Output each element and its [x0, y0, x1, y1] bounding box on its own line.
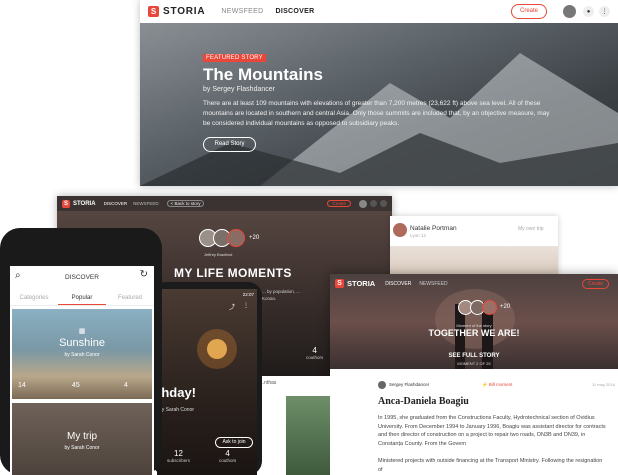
see-full-story-link[interactable]: SEE FULL STORY [330, 353, 618, 359]
post-paragraph-2: Ministered projects with outside financi… [378, 458, 603, 473]
card-author: by Sarah Conor [64, 445, 100, 451]
hero-body: There are at least 109 mountains with el… [203, 100, 550, 127]
desktop-window-front: S STORIA DISCOVER NEWSFEED Create +20 Mo… [330, 274, 618, 475]
grid-icon: ▦ [78, 328, 86, 335]
stat-value: 4 [312, 346, 317, 355]
moment-by: by Sarah Conor [159, 407, 195, 413]
comment-name: Natalie Portman [410, 225, 457, 232]
avatar [393, 223, 407, 237]
stat-value: 12 [174, 449, 183, 458]
bell-icon[interactable]: ● [583, 6, 594, 17]
post-date: 11 may 2016 [592, 382, 615, 387]
tab-categories[interactable]: Categories [10, 290, 58, 305]
brand-name: STORIA [73, 200, 96, 207]
discover-header: DISCOVER [65, 274, 99, 281]
moment-text: thday! [157, 385, 196, 400]
avatar [378, 381, 386, 389]
hero-title: The Mountains [203, 65, 323, 84]
story-snippet: ... by population, ... Konan. [262, 289, 301, 301]
story-card[interactable]: ▦ Sunshine by Sarah Conor 14 45 4 [12, 309, 152, 399]
avatar [482, 300, 497, 315]
featured-badge: FEATURED STORY [203, 54, 266, 62]
person-name: Anca-Daniela Boagiu [378, 396, 469, 407]
create-button[interactable]: Create [327, 200, 351, 207]
nav-newsfeed[interactable]: NEWSFEED [133, 201, 159, 206]
post-tag: ⚡ Bill moment [482, 382, 513, 387]
story-title: MY LIFE MOMENTS [174, 266, 292, 280]
hero-banner: FEATURED STORY The Mountains by Sergey F… [140, 23, 618, 186]
more-icon[interactable]: ⋮ [243, 302, 249, 309]
post-author: Sergey Flashdancer [389, 382, 430, 387]
avatar-count: +20 [249, 235, 260, 241]
card-author: by Sarah Conor [64, 352, 100, 358]
phone-right-screen: 22:07 ⤴ ⋮ thday! by Sarah Conor Ask to j… [157, 289, 257, 475]
create-button[interactable]: Create [581, 278, 609, 289]
menu-dots-icon[interactable]: ⋮ [599, 6, 610, 17]
comment-right: My own trip [518, 226, 544, 232]
back-to-story-button[interactable]: < Back to story [166, 200, 205, 207]
brand-name: STORIA [163, 6, 206, 17]
nav-discover[interactable]: DISCOVER [104, 201, 128, 206]
stat-label: subscribers [167, 458, 191, 463]
moment-headline: TOGETHER WE ARE! [428, 328, 520, 338]
post-paragraph-1: In 1995, she graduated from the Construc… [378, 415, 606, 447]
lower-photo-strip: ...nthas [258, 376, 330, 475]
moment-index: MOMENT 2 OF 25 [457, 361, 491, 366]
storia-logo-icon: S [148, 6, 159, 17]
storia-logo-icon: S [62, 199, 70, 208]
card-stat-3: 4 [124, 382, 128, 389]
avatar [227, 229, 245, 247]
phone-right: 22:07 ⤴ ⋮ thday! by Sarah Conor Ask to j… [152, 282, 262, 475]
hero-author: by Sergey Flashdancer [203, 86, 275, 93]
tab-popular[interactable]: Popular [58, 290, 106, 305]
sparkler-illustration [197, 329, 237, 369]
card-title: Sunshine [59, 337, 105, 349]
menu-dots-icon[interactable] [380, 200, 387, 207]
front-navbar: S STORIA DISCOVER NEWSFEED Create [330, 274, 618, 293]
ask-to-join-button[interactable]: Ask to join [215, 437, 253, 448]
stat-subscribers: 12 subscribers [167, 449, 190, 463]
top-navbar: S STORIA NEWSFEED DISCOVER Create ● ⋮ [140, 0, 618, 23]
brand-name: STORIA [347, 279, 376, 288]
author-small: Jeffrey Bradford [204, 252, 233, 257]
stat-couthors: 4 couthors [306, 346, 323, 360]
refresh-icon[interactable]: ↻ [140, 269, 148, 280]
nav-discover[interactable]: DISCOVER [385, 281, 411, 287]
user-avatar[interactable] [563, 5, 576, 18]
user-avatar[interactable] [359, 199, 367, 208]
storia-logo-icon: S [335, 279, 344, 288]
read-story-button[interactable]: Read Story [203, 137, 256, 152]
phone-left: ⌕ DISCOVER ↻ Categories Popular Featured… [0, 228, 162, 475]
card-title: My trip [67, 431, 97, 442]
status-time: 22:07 [242, 292, 254, 297]
phone-left-screen: ⌕ DISCOVER ↻ Categories Popular Featured… [10, 266, 154, 475]
share-icon[interactable]: ⤴ [229, 302, 235, 311]
nav-newsfeed[interactable]: NEWSFEED [221, 8, 263, 15]
card-stat-1: 14 [18, 382, 26, 389]
nav-newsfeed[interactable]: NEWSFEED [419, 281, 447, 287]
nav-discover[interactable]: DISCOVER [275, 8, 314, 15]
stat-value: 4 [225, 449, 230, 458]
avatar-count: +20 [500, 304, 511, 310]
story-card[interactable]: My trip by Sarah Conor [12, 403, 152, 475]
create-button[interactable]: Create [511, 4, 547, 19]
mid-navbar: S STORIA DISCOVER NEWSFEED < Back to sto… [57, 196, 392, 211]
stat-label: couthors [219, 458, 237, 463]
front-avatars: +20 [458, 300, 510, 315]
stat-couthors: 4 couthors [219, 449, 236, 463]
strip-label: ...nthas [260, 380, 277, 386]
coauthor-avatars: +20 [199, 229, 259, 247]
strip-photo [286, 396, 330, 475]
stat-label: couthors [306, 355, 324, 360]
card-stat-2: 45 [72, 382, 80, 389]
tab-bar: Categories Popular Featured [10, 290, 154, 306]
bell-icon[interactable] [370, 200, 377, 207]
comment-sub: Lyon 12 [410, 233, 426, 238]
tab-featured[interactable]: Featured [106, 290, 154, 305]
desktop-window-top: S STORIA NEWSFEED DISCOVER Create ● ⋮ FE… [140, 0, 618, 186]
